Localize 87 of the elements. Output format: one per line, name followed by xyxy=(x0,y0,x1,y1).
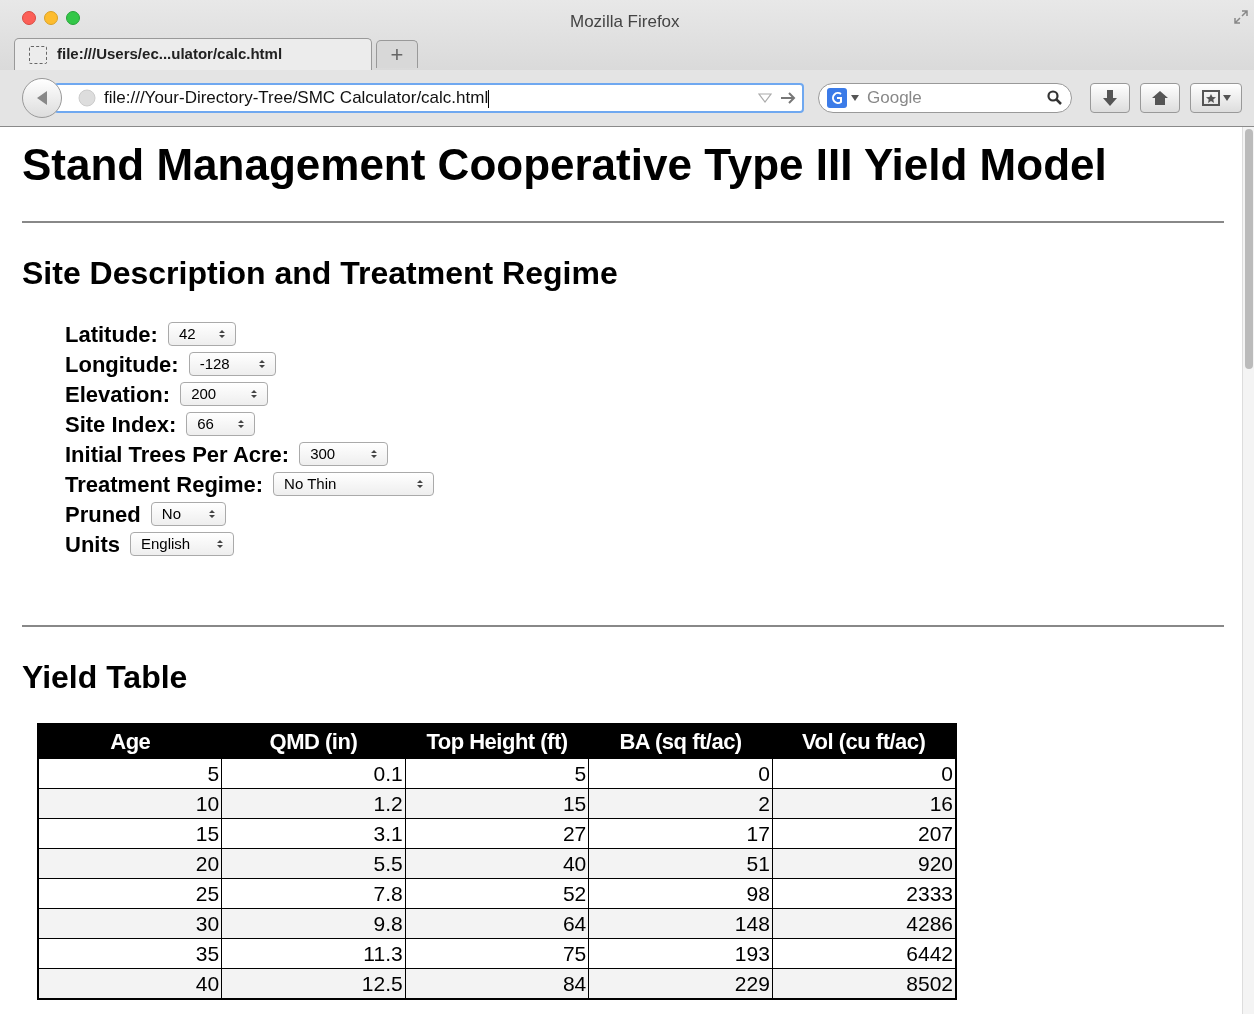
scrollbar[interactable] xyxy=(1242,127,1254,1014)
field-label: Treatment Regime: xyxy=(65,470,264,499)
table-cell: 5 xyxy=(405,758,589,789)
field-label: Pruned xyxy=(65,500,141,529)
updown-icon xyxy=(238,419,245,429)
dropdown[interactable]: No xyxy=(150,502,226,526)
table-cell: 3.1 xyxy=(221,818,406,849)
table-cell: 148 xyxy=(588,908,773,939)
back-button[interactable] xyxy=(22,78,62,118)
caret-icon[interactable] xyxy=(851,95,859,101)
table-cell: 0 xyxy=(588,758,773,789)
go-arrow-icon[interactable] xyxy=(780,91,796,105)
search-field[interactable]: Google xyxy=(818,83,1072,113)
updown-icon xyxy=(218,329,225,339)
table-cell: 20 xyxy=(38,848,222,879)
column-header: Top Height (ft) xyxy=(405,724,589,759)
page-icon xyxy=(29,45,47,64)
table-cell: 75 xyxy=(405,938,589,969)
table-cell: 9.8 xyxy=(221,908,406,939)
table-cell: 17 xyxy=(588,818,773,849)
table-cell: 1.2 xyxy=(221,788,406,819)
table-cell: 25 xyxy=(38,878,222,909)
table-cell: 98 xyxy=(588,878,773,909)
field-label: Longitude: xyxy=(65,350,179,379)
field-label: Units xyxy=(65,530,120,559)
updown-icon xyxy=(217,539,223,549)
table-cell: 5 xyxy=(38,758,222,789)
minimize-icon[interactable] xyxy=(44,11,58,25)
column-header: Age xyxy=(38,724,222,759)
dropdown[interactable]: 42 xyxy=(167,322,236,346)
table-cell: 52 xyxy=(405,878,589,909)
search-icon[interactable] xyxy=(1047,90,1063,106)
section-heading: Site Description and Treatment Regime xyxy=(22,254,619,293)
dropdown[interactable]: 66 xyxy=(186,412,256,436)
table-cell: 27 xyxy=(405,818,589,849)
table-cell: 193 xyxy=(588,938,773,969)
home-icon xyxy=(1151,90,1169,106)
close-icon[interactable] xyxy=(22,11,36,25)
google-icon xyxy=(827,88,847,108)
search-input[interactable]: Google xyxy=(867,85,1043,111)
updown-icon xyxy=(208,509,215,519)
table-cell: 2 xyxy=(588,788,773,819)
table-cell: 5.5 xyxy=(221,848,406,879)
column-header: QMD (in) xyxy=(221,724,406,759)
updown-icon xyxy=(251,389,258,399)
zoom-icon[interactable] xyxy=(66,11,80,25)
dropdown[interactable]: 200 xyxy=(180,382,269,406)
table-cell: 11.3 xyxy=(221,938,406,969)
back-arrow-icon xyxy=(35,90,49,106)
table-cell: 51 xyxy=(588,848,773,879)
table-cell: 35 xyxy=(38,938,222,969)
window-title: Mozilla Firefox xyxy=(570,11,680,33)
table-cell: 40 xyxy=(405,848,589,879)
table-cell: 7.8 xyxy=(221,878,406,909)
column-header: BA (sq ft/ac) xyxy=(588,724,773,759)
table-cell: 10 xyxy=(38,788,222,819)
field-label: Site Index: xyxy=(65,410,177,439)
dropdown[interactable]: English xyxy=(130,532,234,556)
table-cell: 15 xyxy=(38,818,222,849)
column-header: Vol (cu ft/ac) xyxy=(772,724,956,759)
bookmarks-button[interactable] xyxy=(1190,83,1242,113)
dropdown[interactable]: -128 xyxy=(188,352,276,376)
browser-tab[interactable]: file:///Users/ec...ulator/calc.html xyxy=(14,38,372,70)
download-arrow-icon xyxy=(1102,89,1118,107)
fullscreen-icon[interactable] xyxy=(1234,10,1248,24)
dropdown[interactable]: 300 xyxy=(299,442,389,466)
address-field[interactable]: file:///Your-Directory-Tree/SMC Calculator/calc.html xyxy=(54,83,804,113)
updown-icon xyxy=(417,479,424,489)
table-cell: 0.1 xyxy=(221,758,406,789)
new-tab-button[interactable]: + xyxy=(376,40,418,68)
field-label: Initial Trees Per Acre: xyxy=(65,440,290,469)
table-cell: 15 xyxy=(405,788,589,819)
field-label: Elevation: xyxy=(65,380,171,409)
dropdown-icon[interactable] xyxy=(758,93,772,103)
table-cell: 64 xyxy=(405,908,589,939)
page-title: Stand Management Cooperative Type III Yield Model xyxy=(22,139,1108,191)
table-cell: 0 xyxy=(772,758,956,789)
updown-icon xyxy=(371,449,378,459)
section-heading: Yield Table xyxy=(22,658,189,697)
table-cell: 30 xyxy=(38,908,222,939)
field-label: Latitude: xyxy=(65,320,158,349)
updown-icon xyxy=(258,359,265,369)
scrollbar-thumb[interactable] xyxy=(1244,129,1253,369)
caret-icon xyxy=(1222,95,1231,101)
home-button[interactable] xyxy=(1140,83,1180,113)
download-button[interactable] xyxy=(1090,83,1130,113)
dropdown[interactable]: No Thin xyxy=(273,472,435,496)
